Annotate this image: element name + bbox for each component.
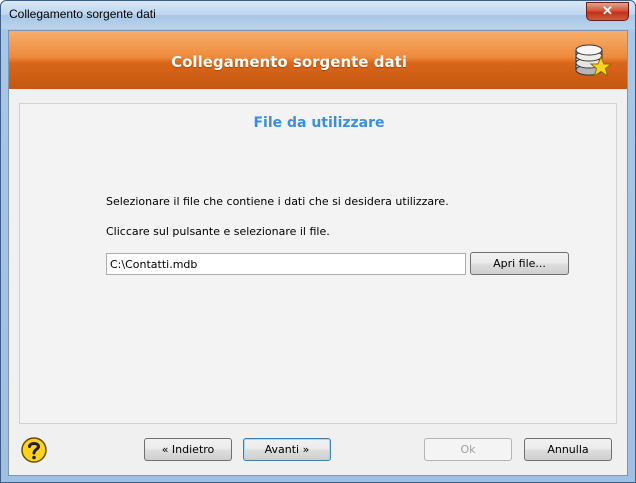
instruction-select-file: Selezionare il file che contiene i dati … bbox=[106, 195, 449, 208]
section-title: File da utilizzare bbox=[253, 115, 385, 131]
banner-title: Collegamento sorgente dati bbox=[171, 53, 407, 71]
content-panel: File da utilizzare Selezionare il file c… bbox=[19, 103, 617, 424]
close-icon: ✕ bbox=[602, 3, 613, 18]
file-path-input[interactable] bbox=[106, 253, 466, 275]
window-title: Collegamento sorgente dati bbox=[9, 7, 156, 21]
header-banner: Collegamento sorgente dati bbox=[9, 31, 627, 89]
cancel-button[interactable]: Annulla bbox=[524, 438, 612, 461]
next-button[interactable]: Avanti » bbox=[243, 438, 331, 461]
ok-button[interactable]: Ok bbox=[424, 438, 512, 461]
database-star-icon bbox=[575, 44, 612, 78]
dialog-client-area: Collegamento sorgente dati File da utili… bbox=[8, 30, 628, 476]
open-file-button[interactable]: Apri file... bbox=[470, 252, 569, 275]
back-button[interactable]: « Indietro bbox=[144, 438, 232, 461]
title-bar[interactable]: Collegamento sorgente dati ✕ bbox=[1, 1, 635, 29]
help-question-icon[interactable] bbox=[20, 436, 48, 464]
close-button[interactable]: ✕ bbox=[586, 2, 629, 21]
dialog-window: Collegamento sorgente dati ✕ Collegament… bbox=[0, 0, 636, 483]
instruction-click-button: Cliccare sul pulsante e selezionare il f… bbox=[106, 225, 330, 238]
